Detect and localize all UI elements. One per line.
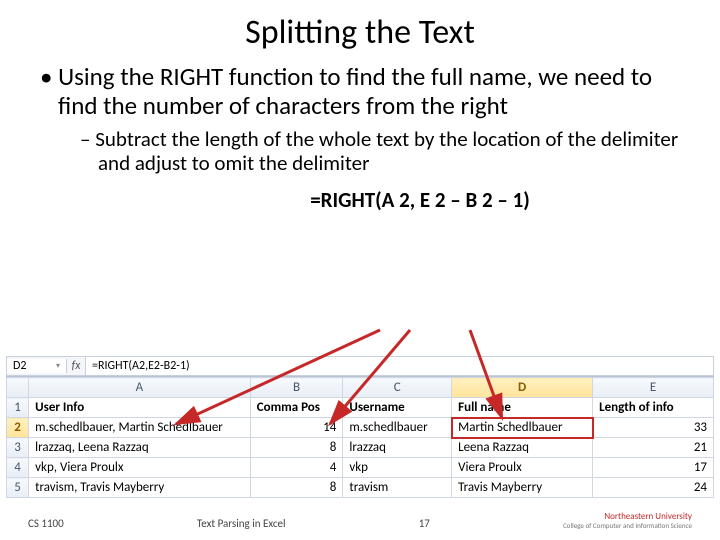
cell[interactable]: travism bbox=[343, 478, 452, 498]
header-cell[interactable]: Username bbox=[343, 398, 452, 418]
header-cell[interactable]: Comma Pos bbox=[250, 398, 343, 418]
header-cell[interactable]: Full name bbox=[452, 398, 593, 418]
bullet-level2: Subtract the length of the whole text by… bbox=[80, 127, 688, 175]
cell[interactable]: 8 bbox=[250, 478, 343, 498]
cell[interactable]: Martin Schedlbauer bbox=[452, 418, 593, 438]
cell[interactable]: Viera Proulx bbox=[452, 458, 593, 478]
cell[interactable]: Travis Mayberry bbox=[452, 478, 593, 498]
page-title: Splitting the Text bbox=[32, 12, 688, 53]
formula-display: =RIGHT(A 2, E 2 – B 2 – 1) bbox=[152, 187, 688, 213]
cell[interactable]: 14 bbox=[250, 418, 343, 438]
cell[interactable]: m.schedlbauer bbox=[343, 418, 452, 438]
spreadsheet: ABCDE 1User InfoComma PosUsernameFull na… bbox=[6, 377, 714, 498]
bullet-level1: Using the RIGHT function to find the ful… bbox=[40, 63, 688, 121]
col-header-E[interactable]: E bbox=[593, 378, 714, 398]
footer-logo: Northeastern University College of Compu… bbox=[563, 512, 692, 530]
cell[interactable]: lrazzaq bbox=[343, 438, 452, 458]
cell[interactable]: lrazzaq, Leena Razzaq bbox=[29, 438, 251, 458]
cell[interactable]: 8 bbox=[250, 438, 343, 458]
cell[interactable]: m.schedlbauer, Martin Schedlbauer bbox=[29, 418, 251, 438]
chevron-down-icon: ▾ bbox=[56, 361, 60, 371]
footer-page: 17 bbox=[419, 517, 430, 530]
col-header-B[interactable]: B bbox=[250, 378, 343, 398]
row-header[interactable]: 5 bbox=[7, 478, 29, 498]
formula-bar[interactable]: =RIGHT(A2,E2-B2-1) bbox=[85, 357, 713, 375]
excel-screenshot: D2 ▾ fx =RIGHT(A2,E2-B2-1) ABCDE 1User I… bbox=[6, 356, 714, 498]
corner-cell[interactable] bbox=[7, 378, 29, 398]
header-cell[interactable]: Length of info bbox=[593, 398, 714, 418]
cell[interactable]: Leena Razzaq bbox=[452, 438, 593, 458]
fx-icon[interactable]: fx bbox=[67, 359, 85, 373]
row-header[interactable]: 1 bbox=[7, 398, 29, 418]
cell[interactable]: vkp bbox=[343, 458, 452, 478]
name-box-value: D2 bbox=[13, 359, 26, 373]
footer-course: CS 1100 bbox=[28, 517, 64, 530]
header-cell[interactable]: User Info bbox=[29, 398, 251, 418]
col-header-C[interactable]: C bbox=[343, 378, 452, 398]
cell[interactable]: 24 bbox=[593, 478, 714, 498]
col-header-D[interactable]: D bbox=[452, 378, 593, 398]
row-header[interactable]: 4 bbox=[7, 458, 29, 478]
cell[interactable]: 4 bbox=[250, 458, 343, 478]
col-header-A[interactable]: A bbox=[29, 378, 251, 398]
cell[interactable]: 21 bbox=[593, 438, 714, 458]
cell[interactable]: 17 bbox=[593, 458, 714, 478]
formula-bar-row: D2 ▾ fx =RIGHT(A2,E2-B2-1) bbox=[6, 356, 714, 376]
cell[interactable]: 33 bbox=[593, 418, 714, 438]
footer: CS 1100 Text Parsing in Excel 17 Northea… bbox=[0, 512, 720, 530]
cell[interactable]: vkp, Viera Proulx bbox=[29, 458, 251, 478]
footer-title: Text Parsing in Excel bbox=[197, 517, 286, 530]
row-header[interactable]: 3 bbox=[7, 438, 29, 458]
name-box[interactable]: D2 ▾ bbox=[7, 359, 67, 373]
row-header[interactable]: 2 bbox=[7, 418, 29, 438]
cell[interactable]: travism, Travis Mayberry bbox=[29, 478, 251, 498]
